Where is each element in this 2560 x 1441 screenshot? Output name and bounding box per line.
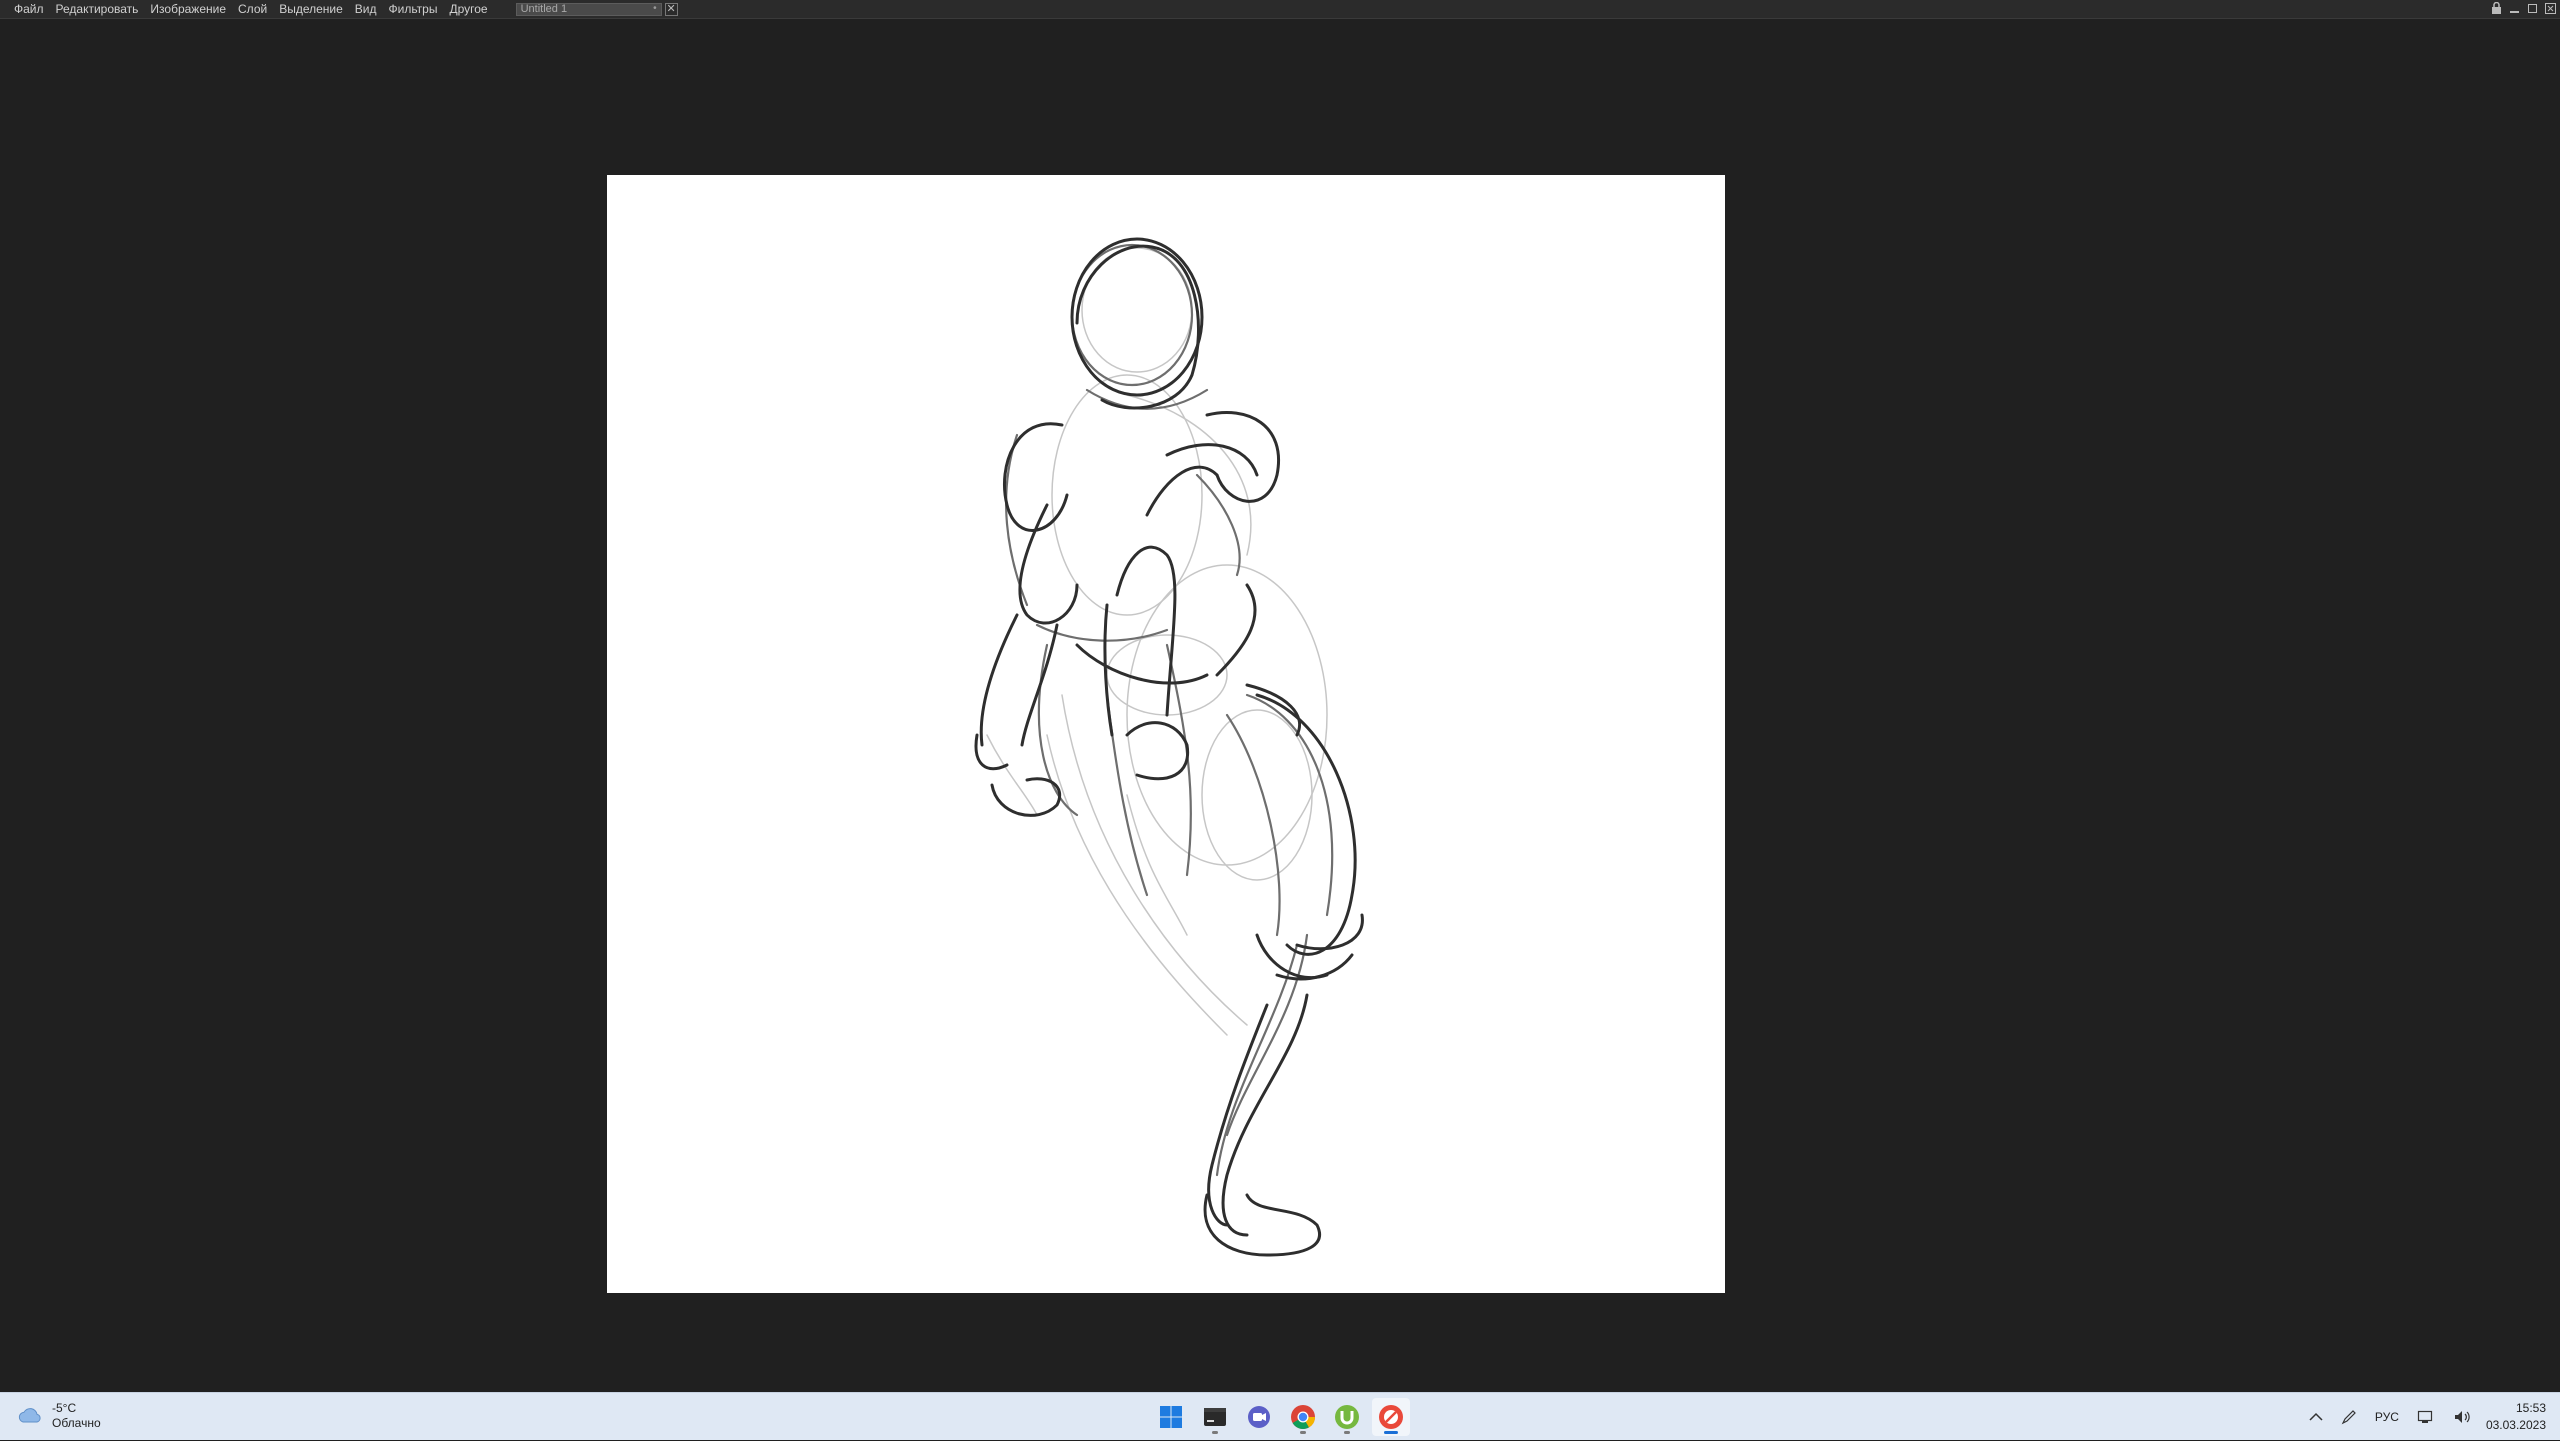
teams-chat-icon[interactable] [1240, 1398, 1278, 1436]
pen-icon[interactable] [2341, 1409, 2357, 1425]
lock-icon[interactable] [2490, 1, 2502, 16]
modified-marker-icon: • [653, 2, 657, 14]
weather-widget[interactable]: -5°C Облачно [16, 1401, 101, 1431]
paint-app-icon[interactable] [1372, 1398, 1410, 1436]
menu-edit[interactable]: Редактировать [50, 0, 145, 19]
taskbar: -5°C Облачно РУС 15:53 03.03.2023 [0, 1392, 2560, 1440]
chrome-icon[interactable] [1284, 1398, 1322, 1436]
terminal-icon[interactable] [1196, 1398, 1234, 1436]
document-tab-title: Untitled 1 [520, 2, 568, 15]
cloud-icon [18, 1408, 41, 1423]
document-tab[interactable]: Untitled 1 • [515, 2, 662, 16]
menu-image[interactable]: Изображение [144, 0, 232, 19]
menu-other[interactable]: Другое [443, 0, 493, 19]
figure-sketch [974, 237, 1364, 1257]
drawing-canvas[interactable] [607, 175, 1725, 1293]
utorrent-icon[interactable] [1328, 1398, 1366, 1436]
system-tray: РУС 15:53 03.03.2023 [2300, 1393, 2560, 1441]
minimize-icon[interactable] [2508, 2, 2520, 16]
menu-view[interactable]: Вид [349, 0, 383, 19]
weather-condition: Облачно [52, 1416, 101, 1430]
menu-bar: Файл Редактировать Изображение Слой Выде… [0, 0, 2560, 19]
windows-start-icon[interactable] [1152, 1398, 1190, 1436]
volume-icon[interactable] [2453, 1409, 2471, 1425]
clock-date: 03.03.2023 [2485, 1418, 2546, 1432]
menu-select[interactable]: Выделение [273, 0, 349, 19]
chevron-up-icon[interactable] [2309, 1412, 2323, 1422]
maximize-icon[interactable] [2526, 2, 2538, 16]
close-icon[interactable] [2544, 2, 2556, 16]
workspace[interactable] [0, 20, 2560, 1392]
close-icon[interactable]: ✕ [664, 2, 678, 16]
clock-time: 15:53 [2515, 1401, 2546, 1415]
taskbar-apps [1152, 1398, 1410, 1436]
menu-layer[interactable]: Слой [232, 0, 273, 19]
window-controls [2490, 1, 2556, 16]
menu-filters[interactable]: Фильтры [383, 0, 444, 19]
network-icon[interactable] [2417, 1409, 2435, 1425]
language-indicator[interactable]: РУС [2375, 1410, 2399, 1424]
weather-temperature: -5°C [52, 1401, 77, 1415]
menu-file[interactable]: Файл [8, 0, 50, 19]
clock[interactable]: 15:53 03.03.2023 [2486, 1400, 2546, 1434]
